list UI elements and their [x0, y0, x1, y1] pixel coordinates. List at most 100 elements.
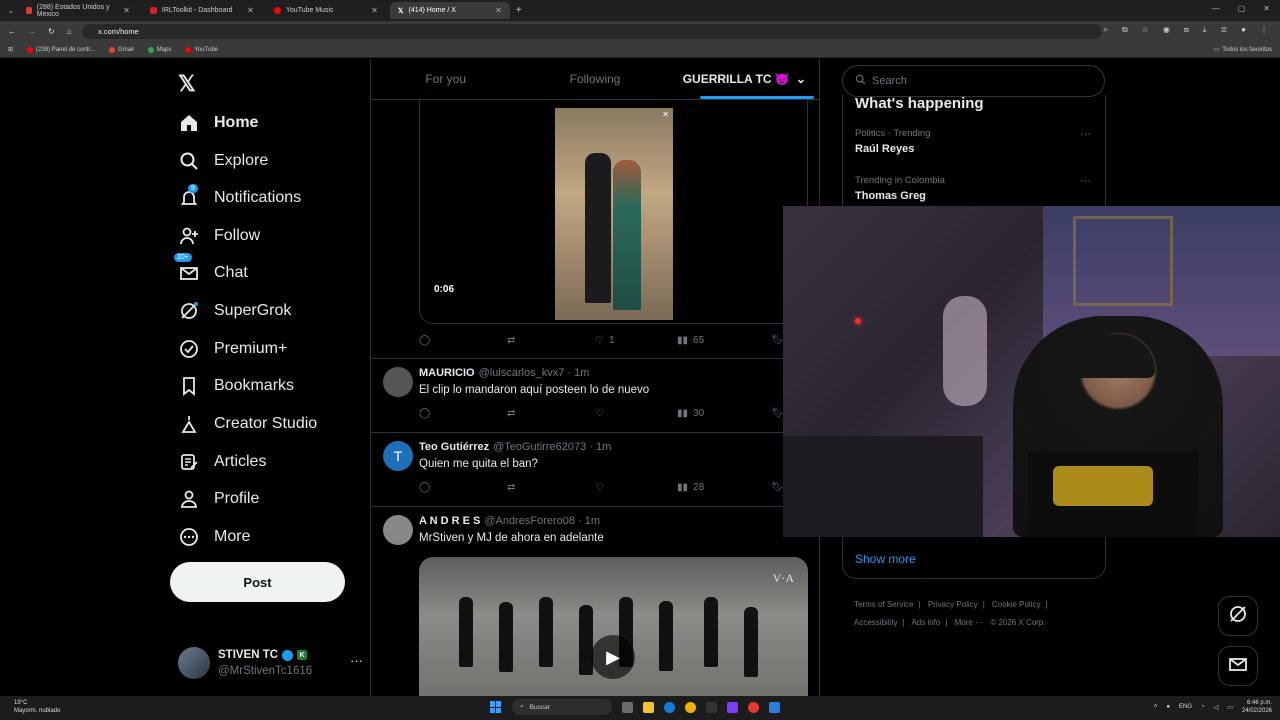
bookmark-item[interactable]: (238) Panel de contr...: [27, 46, 95, 53]
download-icon[interactable]: ⤓: [1203, 25, 1207, 35]
tab-menu-icon[interactable]: ⌄: [8, 7, 14, 15]
bookmark-item[interactable]: Gmail: [109, 46, 134, 53]
url-field[interactable]: x.com/home: [82, 24, 1102, 39]
reply-icon[interactable]: ◯: [419, 482, 507, 493]
maximize-icon[interactable]: ▢: [1238, 4, 1246, 13]
nav-chat[interactable]: 20+ Chat: [174, 253, 248, 288]
post-button[interactable]: Post: [170, 562, 345, 602]
star-icon[interactable]: ☆: [1142, 25, 1149, 35]
nav-follow[interactable]: Follow: [178, 221, 260, 251]
heart-icon[interactable]: ♡: [595, 482, 677, 493]
minimize-icon[interactable]: —: [1212, 4, 1220, 13]
retweet-icon[interactable]: ⇄: [507, 335, 595, 346]
extension-icon[interactable]: ◉: [1163, 25, 1170, 35]
edge-icon[interactable]: [664, 701, 675, 713]
browser-tab[interactable]: (288) Estados Unidos y Mexico ✕: [18, 2, 138, 19]
back-icon[interactable]: ←: [8, 27, 16, 36]
language-indicator[interactable]: ENG: [1179, 704, 1192, 710]
media-icon[interactable]: ≣: [1220, 25, 1227, 35]
tweet[interactable]: T Teo Gutiérrez @TeoGutirre62073 · 1m Qui…: [371, 433, 819, 507]
tab-for-you[interactable]: For you: [371, 59, 520, 99]
heart-icon[interactable]: ♡: [595, 408, 677, 419]
puzzle-icon[interactable]: ⧈: [1184, 25, 1189, 35]
app-icon[interactable]: [769, 701, 780, 713]
reply-icon[interactable]: ◯: [419, 408, 507, 419]
apps-icon[interactable]: ⊞: [8, 46, 13, 53]
close-icon[interactable]: ✕: [371, 6, 378, 15]
bookmark-item[interactable]: Maps: [147, 46, 171, 53]
views-button[interactable]: ▮▮ 30: [677, 408, 771, 419]
clock[interactable]: 6:46 p.m. 24/02/2026: [1242, 699, 1272, 715]
more-options-icon[interactable]: ···: [1080, 175, 1091, 187]
tweet-media-video[interactable]: ✕ 0:06: [419, 89, 808, 324]
close-icon[interactable]: ✕: [495, 6, 502, 15]
nav-premium[interactable]: Premium+: [178, 334, 287, 364]
avatar[interactable]: [383, 515, 413, 545]
zoom-icon[interactable]: ⌕: [1103, 25, 1107, 35]
footer-link[interactable]: Ads info: [911, 618, 940, 627]
more-options-icon[interactable]: ···: [1080, 128, 1091, 140]
retweet-icon[interactable]: ⇄: [507, 482, 595, 493]
nav-profile[interactable]: Profile: [178, 484, 259, 514]
reply-icon[interactable]: ◯: [419, 335, 507, 346]
nav-notifications[interactable]: 9 Notifications: [178, 183, 301, 213]
windows-start-icon[interactable]: [490, 701, 502, 713]
avatar[interactable]: [383, 367, 413, 397]
trend-item[interactable]: Politics · Trending Raúl Reyes ···: [855, 128, 1095, 155]
tweet-video[interactable]: V·A ▶: [419, 557, 808, 696]
bookmark-icon[interactable]: 🔖︎: [771, 482, 784, 493]
grok-float-button[interactable]: [1218, 596, 1258, 636]
footer-link[interactable]: More ···: [955, 618, 983, 627]
messages-float-button[interactable]: [1218, 646, 1258, 686]
wifi-icon[interactable]: ◔: [1201, 704, 1205, 710]
more-options-icon[interactable]: ···: [350, 653, 363, 668]
reload-icon[interactable]: ↻: [48, 27, 55, 36]
tweet[interactable]: A N D R E S @AndresForero08 · 1m MrStiven…: [371, 507, 819, 696]
all-bookmarks-folder[interactable]: ▭ Todos los favoritos: [1214, 46, 1272, 54]
x-logo-icon[interactable]: 𝕏: [178, 71, 196, 97]
battery-icon[interactable]: ▭: [1227, 704, 1233, 711]
nav-articles[interactable]: Articles: [178, 447, 266, 477]
retweet-icon[interactable]: ⇄: [507, 408, 595, 419]
views-button[interactable]: ▮▮ 65: [677, 335, 771, 346]
footer-link[interactable]: Privacy Policy: [928, 600, 978, 609]
browser-tab[interactable]: IRLToolkit - Dashboard ✕: [142, 2, 262, 19]
avatar[interactable]: T: [383, 441, 413, 471]
browser-tab[interactable]: YouTube Music ✕: [266, 2, 386, 19]
nav-explore[interactable]: Explore: [178, 146, 268, 176]
close-icon[interactable]: ✕: [123, 6, 130, 15]
close-window-icon[interactable]: ✕: [1263, 4, 1270, 13]
chrome-icon[interactable]: [685, 701, 696, 713]
nav-creator-studio[interactable]: Creator Studio: [178, 409, 317, 439]
tab-following[interactable]: Following: [520, 59, 669, 99]
task-view-icon[interactable]: [622, 701, 633, 713]
tweet-author[interactable]: A N D R E S: [419, 515, 480, 527]
footer-link[interactable]: Cookie Policy: [992, 600, 1040, 609]
taskbar-search[interactable]: ⌕ Buscar: [512, 699, 612, 715]
show-more-link[interactable]: Show more: [855, 552, 916, 566]
account-switcher[interactable]: STIVEN TC K @MrStivenTc1616 ···: [178, 647, 363, 681]
weather-widget[interactable]: 19°C Mayorm. nublado: [14, 699, 60, 715]
views-button[interactable]: ▮▮ 28: [677, 482, 771, 493]
mic-icon[interactable]: ●: [1166, 704, 1170, 710]
nav-supergrok[interactable]: SuperGrok: [178, 296, 291, 326]
file-explorer-icon[interactable]: [643, 701, 654, 713]
search-input[interactable]: Search: [842, 65, 1105, 97]
chevron-down-icon[interactable]: ⌄: [796, 72, 806, 86]
bookmark-icon[interactable]: 🔖︎: [771, 408, 784, 419]
like-button[interactable]: ♡ 1: [595, 335, 677, 346]
menu-icon[interactable]: ⋮: [1260, 25, 1268, 35]
nav-home[interactable]: Home: [178, 108, 258, 138]
play-icon[interactable]: ▶: [591, 635, 635, 679]
tweet-author[interactable]: MAURICIO: [419, 367, 475, 379]
footer-link[interactable]: Terms of Service: [854, 600, 914, 609]
nav-more[interactable]: More: [178, 522, 250, 552]
close-icon[interactable]: ✕: [247, 6, 254, 15]
bookmark-icon[interactable]: 🔖︎: [771, 335, 784, 346]
volume-icon[interactable]: ◁: [1214, 704, 1219, 711]
install-icon[interactable]: ⧉: [1122, 25, 1128, 35]
tab-guerrilla-tc[interactable]: GUERRILLA TC 👿 ⌄: [670, 59, 819, 99]
app-icon[interactable]: [748, 701, 759, 713]
tweet[interactable]: MAURICIO @luiscarlos_kvx7 · 1m El clip lo…: [371, 359, 819, 433]
bookmark-item[interactable]: YouTube: [185, 46, 218, 53]
